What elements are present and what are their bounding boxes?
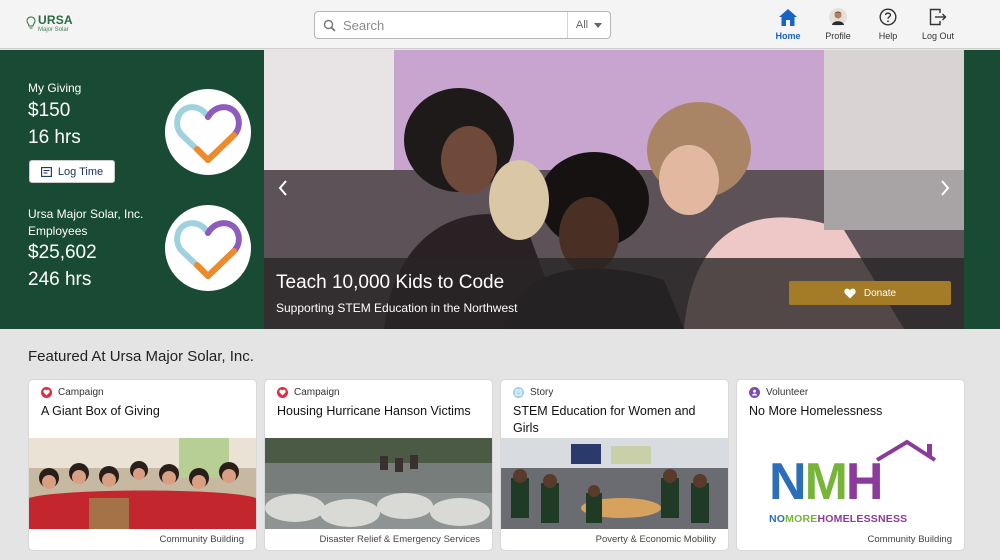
nav-help-label: Help [878, 31, 898, 41]
heart-icon [844, 288, 856, 298]
logo-subtitle: Major Solar [38, 27, 69, 33]
card-type: Campaign [277, 387, 340, 398]
hero-subtitle: Supporting STEM Education in the Northwe… [276, 301, 518, 315]
search-icon [315, 19, 343, 32]
card-type-label: Story [530, 387, 554, 398]
card-category: Disaster Relief & Emergency Services [319, 534, 481, 545]
nmh-logo: NMH NOMOREHOMELESSNESS [737, 438, 964, 529]
card-type-label: Campaign [58, 387, 104, 398]
card-type: Volunteer [749, 387, 808, 398]
card-image-flood [265, 438, 492, 529]
card-type: Campaign [41, 387, 104, 398]
org-giving-label-line2: Employees [28, 224, 88, 238]
campaign-icon [41, 387, 52, 398]
my-giving-amount: $150 [28, 100, 71, 121]
card-title: A Giant Box of Giving [41, 404, 160, 418]
top-header: URSA Major Solar All Home Profile [0, 0, 1000, 49]
logo-name: URSA [38, 13, 73, 27]
org-giving-amount: $25,602 [28, 242, 97, 263]
donate-label: Donate [863, 287, 897, 299]
card-type: Story [513, 387, 553, 398]
card-title: STEM Education for Women and Girls [513, 404, 696, 435]
card-title: Housing Hurricane Hanson Victims [277, 404, 471, 418]
card-image-classroom [501, 438, 728, 529]
card-category: Community Building [867, 534, 952, 545]
org-giving-hours: 246 hrs [28, 269, 92, 290]
featured-section-title: Featured At Ursa Major Solar, Inc. [28, 348, 254, 365]
chevron-left-icon [278, 180, 287, 196]
top-nav: Home Profile Help Log Out [766, 7, 960, 41]
story-icon [513, 387, 524, 398]
carousel-next-button[interactable] [938, 178, 952, 198]
hero-caption: Teach 10,000 Kids to Code Supporting STE… [264, 258, 964, 329]
nmh-letter-n: N [769, 453, 807, 511]
help-icon [878, 7, 898, 27]
card-category: Community Building [159, 534, 244, 545]
nmh-tagline-no: NO [769, 513, 786, 525]
nav-help[interactable]: Help [866, 7, 910, 41]
heart-icon [174, 104, 242, 163]
featured-card[interactable]: Campaign Housing Hurricane Hanson Victim… [265, 380, 492, 550]
logo-bulb-icon [26, 16, 36, 29]
card-image-giving-box [29, 438, 256, 529]
giving-summary-panel: My Giving $150 16 hrs Log Time Ursa Majo… [0, 50, 264, 329]
my-giving-heart [165, 89, 251, 175]
nav-profile-label: Profile [825, 31, 851, 41]
hero-carousel: Teach 10,000 Kids to Code Supporting STE… [264, 50, 964, 329]
volunteer-icon [749, 387, 760, 398]
org-giving-heart [165, 205, 251, 291]
chevron-right-icon [941, 180, 950, 196]
hero-side-strip [964, 50, 1000, 329]
card-title: No More Homelessness [749, 404, 883, 418]
featured-card[interactable]: Volunteer No More Homelessness NMH NOMOR… [737, 380, 964, 550]
nmh-tagline-more: MORE [785, 513, 818, 525]
nav-logout[interactable]: Log Out [916, 7, 960, 41]
heart-icon [174, 220, 242, 279]
logout-icon [928, 7, 948, 27]
search-bar: All [314, 11, 611, 39]
nav-home[interactable]: Home [766, 7, 810, 41]
hero-title: Teach 10,000 Kids to Code [276, 272, 505, 293]
nmh-letter-h: H [845, 453, 884, 511]
my-giving-hours: 16 hrs [28, 127, 81, 148]
org-giving-label-line1: Ursa Major Solar, Inc. [28, 207, 144, 221]
campaign-icon [277, 387, 288, 398]
my-giving-label: My Giving [28, 81, 82, 95]
log-time-button[interactable]: Log Time [29, 160, 115, 183]
carousel-prev-button[interactable] [276, 178, 290, 198]
search-input[interactable] [343, 12, 567, 38]
avatar-icon [828, 7, 848, 27]
nav-logout-label: Log Out [921, 31, 955, 41]
card-type-label: Volunteer [766, 387, 809, 398]
nav-home-label: Home [775, 31, 801, 41]
featured-card[interactable]: Story STEM Education for Women and Girls… [501, 380, 728, 550]
card-type-label: Campaign [294, 387, 340, 398]
log-time-icon [40, 166, 52, 177]
nmh-tagline-homelessness: HOMELESSNESS [817, 513, 908, 525]
caret-down-icon [594, 22, 603, 28]
nmh-letters: NMH [769, 453, 884, 511]
donate-button[interactable]: Donate [789, 281, 951, 305]
ursa-logo[interactable]: URSA Major Solar [26, 14, 73, 33]
search-scope-select[interactable]: All [567, 12, 610, 38]
search-scope-label: All [575, 19, 589, 31]
featured-card[interactable]: Campaign A Giant Box of Giving Community… [29, 380, 256, 550]
nmh-tagline: NOMOREHOMELESSNESS [769, 513, 907, 525]
nav-profile[interactable]: Profile [816, 7, 860, 41]
log-time-label: Log Time [57, 165, 104, 178]
card-category: Poverty & Economic Mobility [595, 534, 716, 545]
nmh-letter-m: M [804, 453, 848, 511]
home-icon [778, 7, 798, 27]
